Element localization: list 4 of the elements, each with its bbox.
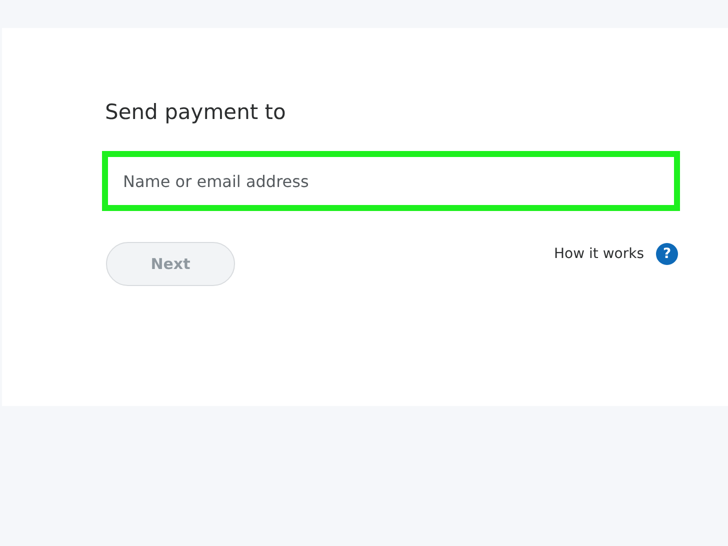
page-heading: Send payment to <box>105 100 287 126</box>
how-it-works-link[interactable]: How it works <box>554 244 644 265</box>
help-icon[interactable]: ? <box>656 243 678 266</box>
recipient-field[interactable]: Name or email address <box>102 151 680 212</box>
